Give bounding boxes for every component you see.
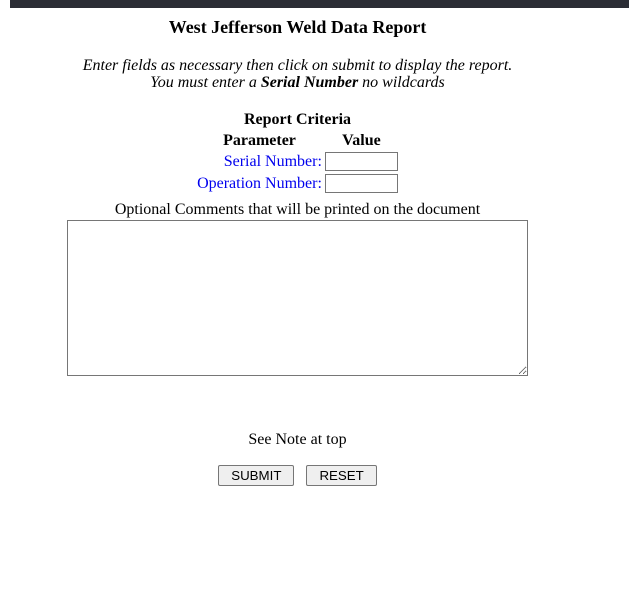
report-form-page: West Jefferson Weld Data Report Enter fi… [0,0,595,486]
instructions: Enter fields as necessary then click on … [0,57,595,91]
page-title: West Jefferson Weld Data Report [0,17,595,38]
operation-number-label[interactable]: Operation Number: [197,175,322,192]
comments-textarea[interactable] [67,220,528,376]
reset-button[interactable]: RESET [306,465,376,486]
submit-button[interactable]: SUBMIT [218,465,294,486]
column-header-parameter: Parameter [197,133,322,149]
instruction-line-2: You must enter a Serial Number no wildca… [0,74,595,91]
instruction-line-2-suffix: no wildcards [358,74,445,91]
report-criteria-heading: Report Criteria [0,111,595,128]
serial-number-emphasis: Serial Number [261,74,358,91]
top-bar [10,0,629,8]
serial-number-label-cell: Serial Number: [197,152,322,171]
button-row: SUBMIT RESET [0,465,595,486]
operation-number-input[interactable] [325,174,398,193]
see-note-text: See Note at top [0,431,595,448]
serial-number-row: Serial Number: [197,152,398,171]
criteria-table: Parameter Value Serial Number: Operation… [194,130,401,196]
serial-number-label[interactable]: Serial Number: [224,153,322,170]
comments-label: Optional Comments that will be printed o… [0,201,595,218]
instruction-line-2-prefix: You must enter a [150,74,261,91]
criteria-header-row: Parameter Value [197,133,398,149]
operation-number-value-cell [325,174,398,193]
column-header-value: Value [325,133,398,149]
serial-number-input[interactable] [325,152,398,171]
operation-number-row: Operation Number: [197,174,398,193]
operation-number-label-cell: Operation Number: [197,174,322,193]
instruction-line-1: Enter fields as necessary then click on … [0,57,595,74]
serial-number-value-cell [325,152,398,171]
